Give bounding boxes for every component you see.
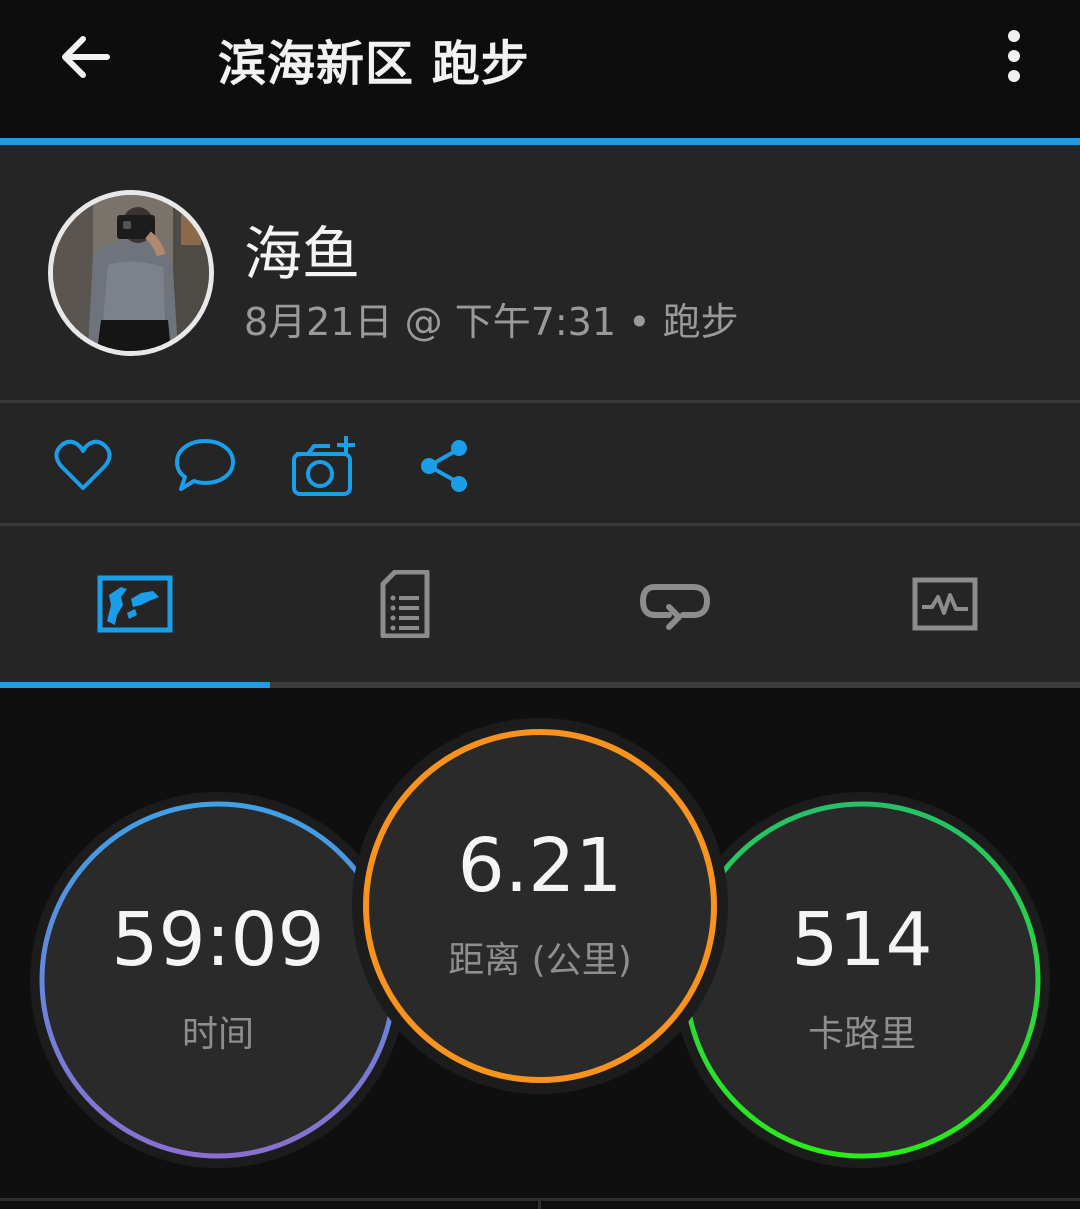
calories-label: 卡路里 [807, 1014, 916, 1055]
heart-icon [54, 439, 112, 490]
top-app-bar: 滨海新区 跑步 [0, 0, 1080, 138]
comment-button[interactable] [170, 431, 240, 501]
back-button[interactable] [50, 22, 120, 92]
calories-stat[interactable]: 514 卡路里 [702, 820, 1022, 1140]
add-photo-icon [292, 436, 355, 496]
laps-icon [639, 584, 711, 630]
header-accent-line [0, 138, 1080, 145]
calories-value: 514 [791, 897, 933, 983]
tab-map[interactable] [0, 526, 270, 682]
share-button[interactable] [410, 431, 480, 501]
tab-laps[interactable] [540, 526, 810, 682]
divider [538, 1198, 541, 1209]
more-vertical-icon [1008, 30, 1020, 42]
share-icon [421, 440, 467, 492]
page-title: 滨海新区 跑步 [218, 36, 530, 92]
map-icon [97, 575, 173, 633]
distance-value: 6.21 [457, 823, 623, 909]
comment-icon [175, 439, 235, 491]
more-options-button[interactable] [990, 24, 1038, 88]
activity-tabs [0, 526, 1080, 682]
like-button[interactable] [48, 431, 118, 501]
arrow-left-icon [62, 36, 110, 78]
tab-details[interactable] [270, 526, 540, 682]
add-photo-button[interactable] [290, 431, 360, 501]
details-icon [380, 570, 430, 638]
avatar[interactable] [48, 190, 214, 356]
distance-label: 距离 (公里) [448, 940, 632, 981]
time-value: 59:09 [111, 897, 325, 983]
tab-charts[interactable] [810, 526, 1080, 682]
activity-owner-section: 海鱼 8月21日 @ 下午7:31 • 跑步 [0, 145, 1080, 400]
social-actions-bar [0, 403, 1080, 523]
time-stat[interactable]: 59:09 时间 [58, 820, 378, 1140]
time-label: 时间 [181, 1014, 254, 1055]
charts-icon [912, 577, 978, 631]
summary-stats: 59:09 时间 6.21 距离 (公里) 514 卡路里 [0, 688, 1080, 1198]
user-name[interactable]: 海鱼 [244, 207, 360, 291]
activity-date-type: 8月21日 @ 下午7:31 • 跑步 [244, 300, 739, 344]
distance-stat[interactable]: 6.21 距离 (公里) [380, 746, 700, 1066]
